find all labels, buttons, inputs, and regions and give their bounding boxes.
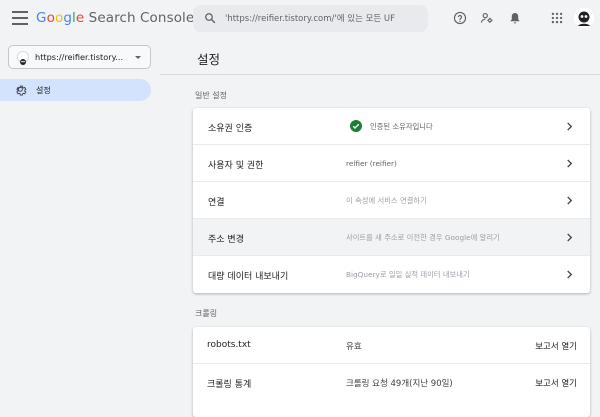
row-label: 연결: [208, 198, 225, 208]
row-value: 크롤링 요청 49개(지난 90일): [346, 379, 453, 389]
gear-icon: [16, 85, 27, 96]
notifications-icon[interactable]: [508, 11, 522, 25]
help-icon[interactable]: [453, 11, 467, 25]
settings-row-change-of-address[interactable]: 주소 변경 사이트를 새 주소로 이전한 경우 Google에 알리기: [193, 219, 590, 256]
top-app-bar: Google Search Console: [0, 0, 600, 38]
row-label: 소유권 인증: [208, 124, 253, 134]
sidebar-item-settings[interactable]: 설정: [0, 79, 151, 101]
page-title: 설정: [197, 52, 221, 67]
search-console-logo[interactable]: Google Search Console: [36, 10, 194, 26]
product-name: Search Console: [88, 10, 195, 26]
crawling-settings-card: robots.txt 유효 보고서 열기 크롤링 통계 크롤링 요청 49개(지…: [193, 327, 590, 417]
settings-row-users-permissions[interactable]: 사용자 및 권한 reifier (reifier): [193, 145, 590, 182]
row-label: 사용자 및 권한: [208, 161, 264, 171]
general-settings-card: 소유권 인증 인증된 소유자입니다 사용자 및 권한 reifier (reif…: [193, 108, 590, 293]
dropdown-arrow-icon: [135, 56, 141, 59]
chevron-right-icon: [567, 196, 573, 205]
inspect-url-search[interactable]: [193, 5, 428, 32]
settings-row-bulk-data-export[interactable]: 대량 데이터 내보내기 BigQuery로 일일 실적 데이터 내보내기: [193, 256, 590, 293]
search-icon: [205, 13, 216, 24]
row-label: 대량 데이터 내보내기: [208, 272, 289, 282]
title-divider: [160, 74, 600, 75]
chevron-right-icon: [567, 122, 573, 131]
search-input[interactable]: [225, 9, 420, 28]
settings-row-ownership[interactable]: 소유권 인증 인증된 소유자입니다: [193, 108, 590, 145]
verified-check-icon: [350, 120, 362, 132]
row-label: 주소 변경: [208, 235, 244, 245]
settings-row-associations[interactable]: 연결 이 속성에 서비스 연결하기: [193, 182, 590, 219]
row-label: robots.txt: [207, 340, 251, 350]
chevron-right-icon: [567, 233, 573, 242]
property-favicon-icon: [17, 51, 29, 65]
crawl-row-crawl-stats[interactable]: 크롤링 통계 크롤링 요청 49개(지난 90일) 보고서 열기: [193, 364, 590, 401]
row-value: 인증된 소유자입니다: [370, 122, 433, 131]
row-value: reifier (reifier): [346, 159, 397, 168]
sidebar-item-label: 설정: [36, 86, 51, 95]
avatar-image: [574, 8, 594, 28]
apps-grid-icon[interactable]: [550, 11, 564, 25]
row-value: 유효: [346, 342, 362, 352]
manage-users-icon[interactable]: [480, 11, 494, 25]
row-value: 이 속성에 서비스 연결하기: [346, 196, 427, 205]
account-avatar[interactable]: [574, 8, 594, 28]
chevron-right-icon: [567, 270, 573, 279]
open-report-link[interactable]: 보고서 열기: [535, 377, 577, 389]
section-title-general: 일반 설정: [195, 91, 227, 100]
open-report-link[interactable]: 보고서 열기: [535, 340, 577, 352]
crawl-row-robots-txt[interactable]: robots.txt 유효 보고서 열기: [193, 327, 590, 364]
property-url: https://reifier.tistory...: [35, 52, 124, 62]
row-value: 사이트를 새 주소로 이전한 경우 Google에 알리기: [346, 233, 500, 242]
row-value: BigQuery로 일일 실적 데이터 내보내기: [346, 270, 470, 279]
sidebar: https://reifier.tistory... 설정: [0, 38, 160, 405]
chevron-right-icon: [567, 159, 573, 168]
main-menu-icon[interactable]: [12, 11, 28, 25]
property-selector[interactable]: https://reifier.tistory...: [8, 45, 151, 69]
row-label: 크롤링 통계: [207, 380, 252, 390]
section-title-crawling: 크롤링: [195, 309, 218, 318]
